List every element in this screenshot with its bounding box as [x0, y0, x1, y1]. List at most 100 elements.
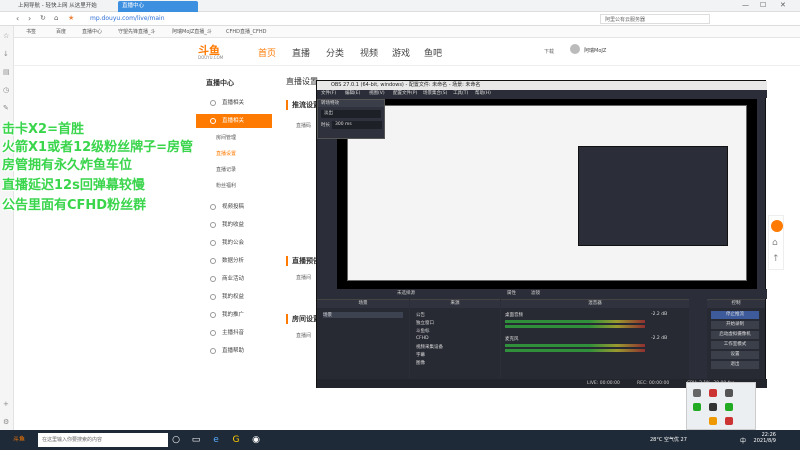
- home-icon[interactable]: ⌂: [772, 238, 778, 248]
- douyu-logo[interactable]: 斗鱼 DOUYU.COM: [198, 42, 248, 62]
- filters-button[interactable]: 滤镜: [531, 289, 540, 299]
- sidebar-item[interactable]: 视频投稿: [196, 200, 272, 214]
- obs-menu-item[interactable]: 配置文件(P): [393, 90, 417, 98]
- clock[interactable]: 22:26 2021/8/9: [754, 432, 776, 444]
- transition-select[interactable]: 淡出: [321, 110, 381, 118]
- obs-menu-item[interactable]: 工具(T): [453, 90, 468, 98]
- obs-menu-item[interactable]: 视图(V): [369, 90, 385, 98]
- app-taskbar-icon[interactable]: G: [230, 434, 242, 446]
- subitem-records[interactable]: 直播记录: [216, 166, 236, 173]
- sidebar-item-active[interactable]: 直播相关: [196, 114, 272, 128]
- duration-input[interactable]: 300 ms: [332, 121, 382, 129]
- obs-menu-item[interactable]: 场景集合(S): [423, 90, 447, 98]
- refresh-icon[interactable]: ↻: [40, 14, 46, 22]
- task-view-icon[interactable]: ▭: [190, 434, 202, 446]
- nav-live[interactable]: 直播: [292, 46, 310, 59]
- tray-overflow-popup: [686, 382, 756, 430]
- tray-app-icon[interactable]: [693, 403, 701, 411]
- sidebar-item[interactable]: 数据分析: [196, 254, 272, 268]
- cortana-icon[interactable]: ○: [170, 434, 182, 446]
- sidebar-item[interactable]: 商业活动: [196, 272, 272, 286]
- preview-capture: [347, 105, 747, 281]
- nav-video[interactable]: 视频: [360, 46, 378, 59]
- sidebar-item[interactable]: 我的公会: [196, 236, 272, 250]
- note-icon[interactable]: ✎: [3, 104, 9, 112]
- source-item[interactable]: 视频采集设备: [416, 344, 443, 350]
- sidebar-item[interactable]: 直播相关: [196, 96, 272, 110]
- source-item[interactable]: 独立窗口: [416, 320, 434, 326]
- home-icon[interactable]: ⌂: [54, 14, 58, 22]
- book-icon[interactable]: ▤: [3, 68, 10, 76]
- tray-app-icon[interactable]: [725, 417, 733, 425]
- url-field[interactable]: mp.douyu.com/live/main: [90, 14, 590, 24]
- settings-icon[interactable]: ⚙: [3, 418, 9, 426]
- subitem-room[interactable]: 房间管理: [216, 134, 236, 141]
- bookmark-item[interactable]: 阿瑞MoJZ直播_斗: [172, 26, 212, 38]
- tray-app-icon[interactable]: [709, 403, 717, 411]
- exit-button[interactable]: 退出: [711, 361, 759, 369]
- arrow-up-icon[interactable]: ↑: [772, 254, 780, 264]
- back-icon[interactable]: ‹: [16, 14, 19, 23]
- sidebar-item[interactable]: 直播帮助: [196, 344, 272, 358]
- weather-text[interactable]: 28°C 空气优 27: [650, 436, 687, 443]
- play-icon[interactable]: [771, 220, 783, 232]
- forward-icon[interactable]: ›: [28, 14, 31, 23]
- taskbar-search-input[interactable]: 在这里输入你要搜索的内容: [38, 433, 168, 447]
- browser-tab[interactable]: 上网导航 - 轻快上网 从这里开始: [14, 1, 114, 12]
- bookmark-item[interactable]: 守望先锋直播_斗: [118, 26, 156, 38]
- star-icon[interactable]: ★: [68, 14, 74, 22]
- subitem-settings[interactable]: 直播设置: [216, 150, 236, 157]
- download-link[interactable]: 下载: [544, 48, 554, 55]
- sidebar-item[interactable]: 主播抖音: [196, 326, 272, 340]
- minimize-icon[interactable]: —: [742, 0, 749, 11]
- source-item[interactable]: 图像: [416, 360, 425, 366]
- properties-button[interactable]: 属性: [507, 289, 516, 299]
- tray-app-icon[interactable]: [693, 389, 701, 397]
- obs-taskbar-icon[interactable]: ◉: [250, 434, 262, 446]
- username[interactable]: 阿瑞MoJZ: [584, 47, 606, 54]
- obs-preview[interactable]: [337, 99, 757, 289]
- sidebar-item[interactable]: 我的推广: [196, 308, 272, 322]
- add-icon[interactable]: +: [3, 400, 9, 408]
- nav-game[interactable]: 游戏: [392, 46, 410, 59]
- tray-app-icon[interactable]: [709, 417, 717, 425]
- nav-home[interactable]: 首页: [258, 46, 276, 59]
- source-item[interactable]: 斗鱼标: [416, 328, 430, 334]
- nav-fishbar[interactable]: 鱼吧: [424, 46, 442, 59]
- studio-mode-button[interactable]: 工作室模式: [711, 341, 759, 349]
- browser-taskbar-icon[interactable]: e: [210, 434, 222, 446]
- source-item[interactable]: CFHD: [416, 336, 429, 341]
- obs-menu-item[interactable]: 帮助(H): [475, 90, 491, 98]
- bookmark-item[interactable]: 百度: [56, 26, 66, 38]
- avatar[interactable]: [570, 44, 580, 54]
- scene-item[interactable]: 场景: [323, 312, 403, 318]
- start-record-button[interactable]: 开始录制: [711, 321, 759, 329]
- close-icon[interactable]: ✕: [780, 0, 786, 11]
- search-field[interactable]: 阿里公有云服务器: [600, 14, 710, 24]
- maximize-icon[interactable]: ☐: [760, 0, 766, 11]
- bookmark-item[interactable]: 书签: [26, 26, 36, 38]
- douyu-taskbar-logo[interactable]: 斗鱼: [4, 434, 34, 446]
- sidebar-item[interactable]: 我的权益: [196, 290, 272, 304]
- browser-tab-active[interactable]: 直播中心: [118, 1, 198, 12]
- source-item[interactable]: 字幕: [416, 352, 425, 358]
- settings-button[interactable]: 设置: [711, 351, 759, 359]
- ime-indicator[interactable]: 中: [740, 436, 746, 445]
- history-icon[interactable]: ◷: [3, 86, 9, 94]
- virtual-camera-button[interactable]: 启动虚拟摄像机: [711, 331, 759, 339]
- scenes-dock: 场景 场景: [317, 299, 409, 387]
- sidebar-item[interactable]: 我的收益: [196, 218, 272, 232]
- tray-app-icon[interactable]: [709, 389, 717, 397]
- obs-menu-item[interactable]: 文件(F): [321, 90, 336, 98]
- stop-stream-button[interactable]: 停止推流: [711, 311, 759, 319]
- tray-app-icon[interactable]: [725, 389, 733, 397]
- bookmark-item[interactable]: CFHD直播_CFHD: [226, 26, 266, 38]
- source-item[interactable]: 公告: [416, 312, 425, 318]
- download-icon[interactable]: ↓: [3, 50, 9, 58]
- nav-category[interactable]: 分类: [326, 46, 344, 59]
- star-icon[interactable]: ☆: [3, 32, 9, 40]
- bookmark-item[interactable]: 直播中心: [82, 26, 102, 38]
- obs-menu-item[interactable]: 编辑(E): [345, 90, 360, 98]
- tray-app-icon[interactable]: [725, 403, 733, 411]
- subitem-fans[interactable]: 粉丝福利: [216, 182, 236, 189]
